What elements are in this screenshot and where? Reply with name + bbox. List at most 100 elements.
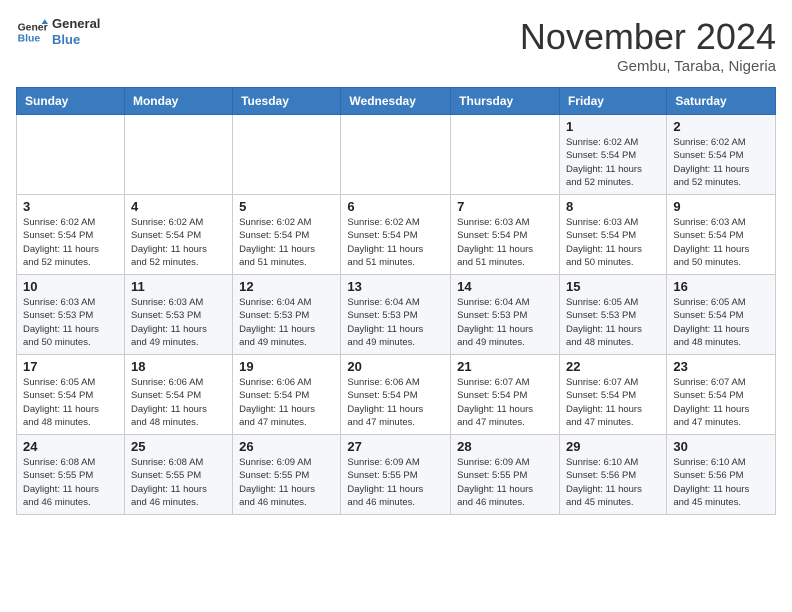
calendar-cell: 25 Sunrise: 6:08 AM Sunset: 5:55 PM Dayli… (124, 435, 232, 515)
day-info: Sunrise: 6:02 AM Sunset: 5:54 PM Dayligh… (566, 136, 660, 189)
calendar-cell: 8 Sunrise: 6:03 AM Sunset: 5:54 PM Daylig… (559, 195, 666, 275)
location: Gembu, Taraba, Nigeria (520, 58, 776, 75)
day-number: 30 (673, 439, 769, 454)
day-info: Sunrise: 6:08 AM Sunset: 5:55 PM Dayligh… (131, 456, 226, 509)
calendar-cell (17, 115, 125, 195)
day-info: Sunrise: 6:05 AM Sunset: 5:54 PM Dayligh… (673, 296, 769, 349)
calendar-cell (451, 115, 560, 195)
day-number: 10 (23, 279, 118, 294)
day-number: 8 (566, 199, 660, 214)
day-number: 15 (566, 279, 660, 294)
day-info: Sunrise: 6:06 AM Sunset: 5:54 PM Dayligh… (239, 376, 334, 429)
day-info: Sunrise: 6:07 AM Sunset: 5:54 PM Dayligh… (457, 376, 553, 429)
calendar-cell: 28 Sunrise: 6:09 AM Sunset: 5:55 PM Dayli… (451, 435, 560, 515)
day-number: 26 (239, 439, 334, 454)
calendar-cell: 7 Sunrise: 6:03 AM Sunset: 5:54 PM Daylig… (451, 195, 560, 275)
day-number: 11 (131, 279, 226, 294)
calendar-cell: 2 Sunrise: 6:02 AM Sunset: 5:54 PM Daylig… (667, 115, 776, 195)
day-number: 27 (347, 439, 444, 454)
logo-icon: General Blue (16, 16, 48, 48)
day-info: Sunrise: 6:06 AM Sunset: 5:54 PM Dayligh… (347, 376, 444, 429)
weekday-header-sunday: Sunday (17, 88, 125, 115)
day-number: 17 (23, 359, 118, 374)
day-info: Sunrise: 6:02 AM Sunset: 5:54 PM Dayligh… (347, 216, 444, 269)
day-number: 9 (673, 199, 769, 214)
calendar-cell: 27 Sunrise: 6:09 AM Sunset: 5:55 PM Dayli… (341, 435, 451, 515)
logo: General Blue General Blue (16, 16, 100, 48)
day-number: 22 (566, 359, 660, 374)
day-number: 3 (23, 199, 118, 214)
day-number: 6 (347, 199, 444, 214)
month-title: November 2024 (520, 16, 776, 58)
day-info: Sunrise: 6:04 AM Sunset: 5:53 PM Dayligh… (239, 296, 334, 349)
svg-text:General: General (18, 22, 48, 33)
page-header: General Blue General Blue November 2024 … (16, 16, 776, 75)
calendar-cell: 20Sunrise: 6:06 AM Sunset: 5:54 PM Dayli… (341, 355, 451, 435)
calendar-cell: 9 Sunrise: 6:03 AM Sunset: 5:54 PM Daylig… (667, 195, 776, 275)
calendar-cell: 22 Sunrise: 6:07 AM Sunset: 5:54 PM Dayli… (559, 355, 666, 435)
calendar-cell: 21 Sunrise: 6:07 AM Sunset: 5:54 PM Dayli… (451, 355, 560, 435)
day-info: Sunrise: 6:02 AM Sunset: 5:54 PM Dayligh… (23, 216, 118, 269)
calendar-cell: 11 Sunrise: 6:03 AM Sunset: 5:53 PM Dayli… (124, 275, 232, 355)
day-info: Sunrise: 6:03 AM Sunset: 5:54 PM Dayligh… (457, 216, 553, 269)
day-number: 28 (457, 439, 553, 454)
svg-text:Blue: Blue (18, 34, 41, 45)
day-number: 7 (457, 199, 553, 214)
day-number: 23 (673, 359, 769, 374)
logo-text: General Blue (52, 16, 100, 47)
calendar-cell: 29 Sunrise: 6:10 AM Sunset: 5:56 PM Dayli… (559, 435, 666, 515)
day-info: Sunrise: 6:03 AM Sunset: 5:54 PM Dayligh… (566, 216, 660, 269)
day-number: 1 (566, 119, 660, 134)
day-info: Sunrise: 6:05 AM Sunset: 5:53 PM Dayligh… (566, 296, 660, 349)
day-number: 24 (23, 439, 118, 454)
day-number: 13 (347, 279, 444, 294)
day-number: 5 (239, 199, 334, 214)
week-row-4: 17 Sunrise: 6:05 AM Sunset: 5:54 PM Dayli… (17, 355, 776, 435)
day-number: 29 (566, 439, 660, 454)
day-number: 19 (239, 359, 334, 374)
day-info: Sunrise: 6:02 AM Sunset: 5:54 PM Dayligh… (131, 216, 226, 269)
weekday-header-row: SundayMondayTuesdayWednesdayThursdayFrid… (17, 88, 776, 115)
calendar-cell: 30 Sunrise: 6:10 AM Sunset: 5:56 PM Dayli… (667, 435, 776, 515)
day-info: Sunrise: 6:05 AM Sunset: 5:54 PM Dayligh… (23, 376, 118, 429)
calendar-cell (124, 115, 232, 195)
day-number: 2 (673, 119, 769, 134)
week-row-5: 24 Sunrise: 6:08 AM Sunset: 5:55 PM Dayli… (17, 435, 776, 515)
calendar-cell: 26Sunrise: 6:09 AM Sunset: 5:55 PM Dayli… (233, 435, 341, 515)
title-section: November 2024 Gembu, Taraba, Nigeria (520, 16, 776, 75)
day-number: 25 (131, 439, 226, 454)
day-info: Sunrise: 6:02 AM Sunset: 5:54 PM Dayligh… (239, 216, 334, 269)
calendar-cell: 23 Sunrise: 6:07 AM Sunset: 5:54 PM Dayli… (667, 355, 776, 435)
week-row-1: 1 Sunrise: 6:02 AM Sunset: 5:54 PM Daylig… (17, 115, 776, 195)
calendar-cell: 1 Sunrise: 6:02 AM Sunset: 5:54 PM Daylig… (559, 115, 666, 195)
weekday-header-friday: Friday (559, 88, 666, 115)
calendar-cell: 15 Sunrise: 6:05 AM Sunset: 5:53 PM Dayli… (559, 275, 666, 355)
day-info: Sunrise: 6:02 AM Sunset: 5:54 PM Dayligh… (673, 136, 769, 189)
calendar-cell: 6 Sunrise: 6:02 AM Sunset: 5:54 PM Daylig… (341, 195, 451, 275)
day-info: Sunrise: 6:08 AM Sunset: 5:55 PM Dayligh… (23, 456, 118, 509)
day-info: Sunrise: 6:07 AM Sunset: 5:54 PM Dayligh… (566, 376, 660, 429)
day-info: Sunrise: 6:09 AM Sunset: 5:55 PM Dayligh… (457, 456, 553, 509)
calendar: SundayMondayTuesdayWednesdayThursdayFrid… (16, 87, 776, 515)
day-info: Sunrise: 6:09 AM Sunset: 5:55 PM Dayligh… (347, 456, 444, 509)
day-info: Sunrise: 6:10 AM Sunset: 5:56 PM Dayligh… (673, 456, 769, 509)
calendar-cell (341, 115, 451, 195)
day-info: Sunrise: 6:03 AM Sunset: 5:53 PM Dayligh… (131, 296, 226, 349)
day-number: 21 (457, 359, 553, 374)
day-number: 14 (457, 279, 553, 294)
week-row-3: 10 Sunrise: 6:03 AM Sunset: 5:53 PM Dayli… (17, 275, 776, 355)
weekday-header-saturday: Saturday (667, 88, 776, 115)
day-info: Sunrise: 6:07 AM Sunset: 5:54 PM Dayligh… (673, 376, 769, 429)
calendar-cell: 18 Sunrise: 6:06 AM Sunset: 5:54 PM Dayli… (124, 355, 232, 435)
weekday-header-tuesday: Tuesday (233, 88, 341, 115)
day-info: Sunrise: 6:04 AM Sunset: 5:53 PM Dayligh… (457, 296, 553, 349)
day-info: Sunrise: 6:04 AM Sunset: 5:53 PM Dayligh… (347, 296, 444, 349)
calendar-cell: 3 Sunrise: 6:02 AM Sunset: 5:54 PM Daylig… (17, 195, 125, 275)
day-number: 4 (131, 199, 226, 214)
calendar-cell: 13 Sunrise: 6:04 AM Sunset: 5:53 PM Dayli… (341, 275, 451, 355)
day-info: Sunrise: 6:10 AM Sunset: 5:56 PM Dayligh… (566, 456, 660, 509)
day-number: 18 (131, 359, 226, 374)
weekday-header-monday: Monday (124, 88, 232, 115)
day-info: Sunrise: 6:06 AM Sunset: 5:54 PM Dayligh… (131, 376, 226, 429)
day-info: Sunrise: 6:03 AM Sunset: 5:54 PM Dayligh… (673, 216, 769, 269)
